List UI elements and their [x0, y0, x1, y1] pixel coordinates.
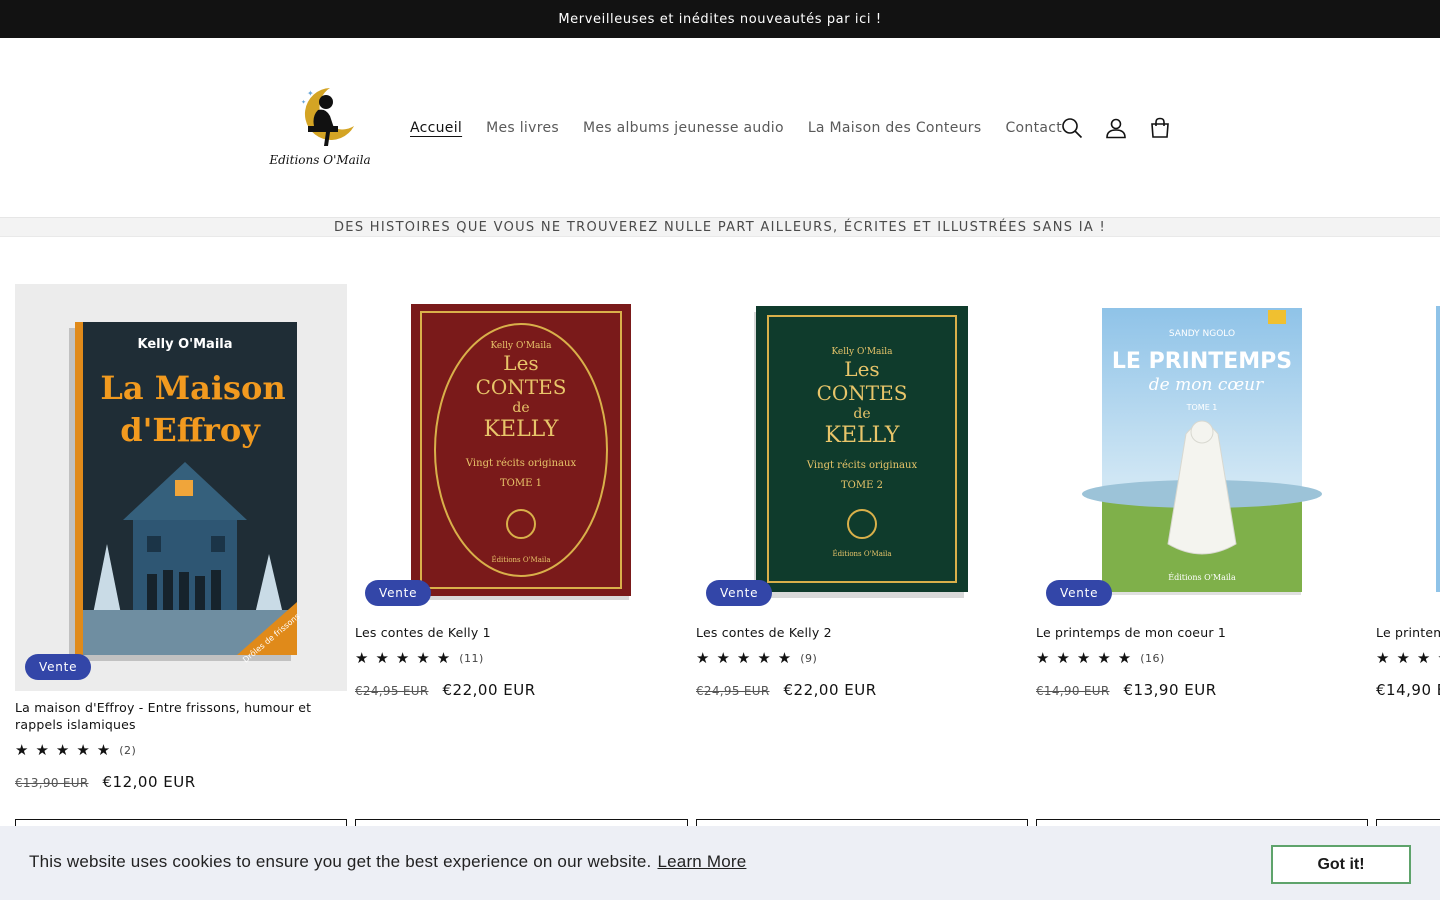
cover-line-1: Les: [844, 357, 879, 381]
brand-logo[interactable]: ✦ ✦ Editions O'Maila: [268, 82, 372, 174]
cover-title-1: LE PRINTEMPS: [1112, 349, 1292, 374]
cover-subtitle: Vingt récits originaux: [465, 458, 577, 469]
sale-price: €13,90 EUR: [1123, 681, 1217, 699]
product-rating: ★★★★★ (9): [696, 649, 1028, 667]
tagline-text: DES HISTOIRES QUE VOUS NE TROUVEREZ NULL…: [334, 219, 1106, 235]
product-card[interactable]: SANDY NGOLO LE PRINTEMPS de mon cœur TOM…: [1036, 284, 1368, 699]
cover-author: SANDY NGOLO: [1169, 329, 1235, 339]
product-rating: ★★★★★ (2): [15, 741, 347, 759]
rating-count: (9): [800, 651, 818, 665]
product-title[interactable]: La maison d'Effroy - Entre frissons, hum…: [15, 699, 347, 733]
cover-title-2: d'Effroy: [120, 411, 261, 449]
product-price: €14,90 EUR €13,90 EUR: [1036, 681, 1368, 699]
regular-price: €24,95 EUR: [355, 684, 429, 698]
nav-item-accueil[interactable]: Accueil: [398, 116, 474, 140]
nav-item-mes-livres[interactable]: Mes livres: [474, 116, 571, 140]
product-card[interactable]: Kelly O'Maila Les CONTES de KELLY Vingt …: [355, 284, 687, 699]
product-card[interactable]: Kelly O'Maila La Maison d'Effroy Drôles …: [15, 284, 347, 791]
rating-stars: ★★★★★: [15, 741, 118, 759]
rating-stars: ★★★★★: [696, 649, 799, 667]
cover-publisher: Éditions O'Maila: [832, 549, 891, 558]
main-nav: Accueil Mes livres Mes albums jeunesse a…: [398, 116, 1074, 140]
regular-price: €14,90 EUR: [1036, 684, 1110, 698]
cookie-message: This website uses cookies to ensure you …: [29, 852, 746, 872]
cover-line-4: KELLY: [484, 417, 559, 442]
cover-publisher: Éditions O'Maila: [1168, 573, 1236, 582]
sale-badge: Vente: [365, 580, 432, 606]
nav-item-maison-des-conteurs[interactable]: La Maison des Conteurs: [796, 116, 994, 140]
cookie-accept-button[interactable]: Got it!: [1271, 845, 1411, 884]
cover-line-1: Les: [503, 351, 538, 375]
product-price: €24,95 EUR €22,00 EUR: [696, 681, 1028, 699]
announcement-text: Merveilleuses et inédites nouveautés par…: [558, 11, 882, 27]
rating-stars: ★★★★★: [355, 649, 458, 667]
account-icon[interactable]: [1104, 116, 1128, 140]
product-image[interactable]: Kelly O'Maila Les CONTES de KELLY Vingt …: [355, 284, 687, 616]
cover-tome: TOME 1: [500, 478, 542, 489]
cover-subtitle: Vingt récits originaux: [806, 460, 918, 471]
product-price: €14,90 EU: [1376, 681, 1440, 699]
sale-price: €22,00 EUR: [442, 681, 536, 699]
sale-badge: Vente: [706, 580, 773, 606]
cover-tome: TOME 2: [841, 480, 883, 491]
logo-text: Editions O'Maila: [268, 153, 370, 167]
cover-author: Kelly O'Maila: [490, 341, 552, 351]
tagline-banner: DES HISTOIRES QUE VOUS NE TROUVEREZ NULL…: [0, 218, 1440, 237]
product-price: €13,90 EUR €12,00 EUR: [15, 773, 347, 791]
cover-author: Kelly O'Maila: [831, 347, 893, 357]
cover-line-3: de: [512, 400, 529, 416]
cover-author: Kelly O'Maila: [138, 337, 233, 352]
site-header: ✦ ✦ Editions O'Maila Accueil Mes livres …: [0, 38, 1440, 218]
product-price: €24,95 EUR €22,00 EUR: [355, 681, 687, 699]
sale-badge: Vente: [1046, 580, 1113, 606]
product-card[interactable]: Kelly O'Maila Les CONTES de KELLY Vingt …: [696, 284, 1028, 699]
sale-price: €22,00 EUR: [783, 681, 877, 699]
svg-text:✦: ✦: [307, 89, 314, 98]
product-title[interactable]: Le printemps de mon coeur 1: [1036, 624, 1368, 641]
cover-publisher: Éditions O'Maila: [491, 555, 550, 564]
rating-stars: ★★★★★: [1036, 649, 1139, 667]
search-icon[interactable]: [1060, 116, 1084, 140]
product-image[interactable]: Kelly O'Maila La Maison d'Effroy Drôles …: [15, 284, 347, 691]
product-card[interactable]: Le printem ★★★★★ €14,90 EU: [1376, 284, 1440, 699]
product-title[interactable]: Les contes de Kelly 2: [696, 624, 1028, 641]
cookie-text: This website uses cookies to ensure you …: [29, 852, 652, 871]
rating-count: (16): [1140, 651, 1165, 665]
announcement-bar: Merveilleuses et inédites nouveautés par…: [0, 0, 1440, 38]
product-title[interactable]: Les contes de Kelly 1: [355, 624, 687, 641]
svg-text:✦: ✦: [301, 99, 306, 106]
product-rating: ★★★★★: [1376, 649, 1440, 667]
rating-count: (11): [459, 651, 484, 665]
rating-count: (2): [119, 743, 137, 757]
cover-line-3: de: [853, 406, 870, 422]
cover-line-4: KELLY: [825, 423, 900, 448]
cart-icon[interactable]: [1148, 116, 1172, 140]
sale-price: €12,00 EUR: [102, 773, 196, 791]
product-rating: ★★★★★ (16): [1036, 649, 1368, 667]
product-card-clipped-wrapper: Le printem ★★★★★ €14,90 EU: [1376, 284, 1440, 724]
learn-more-link[interactable]: Learn More: [657, 852, 746, 871]
regular-price: €13,90 EUR: [15, 776, 89, 790]
cover-title-1: La Maison: [100, 369, 285, 407]
cover-tome: TOME 1: [1186, 403, 1218, 412]
product-image[interactable]: SANDY NGOLO LE PRINTEMPS de mon cœur TOM…: [1036, 284, 1368, 616]
product-title[interactable]: Le printem: [1376, 624, 1440, 641]
rating-stars: ★★★★★: [1376, 649, 1440, 667]
nav-item-albums-audio[interactable]: Mes albums jeunesse audio: [571, 116, 796, 140]
cover-title-2: de mon cœur: [1149, 375, 1264, 395]
cookie-banner: This website uses cookies to ensure you …: [0, 826, 1440, 900]
sale-badge: Vente: [25, 654, 92, 680]
cover-line-2: CONTES: [817, 381, 908, 405]
cover-line-2: CONTES: [476, 375, 567, 399]
regular-price: €24,95 EUR: [696, 684, 770, 698]
product-image[interactable]: Kelly O'Maila Les CONTES de KELLY Vingt …: [696, 284, 1028, 616]
product-image[interactable]: [1376, 284, 1440, 616]
product-rating: ★★★★★ (11): [355, 649, 687, 667]
sale-price: €14,90 EU: [1376, 681, 1440, 699]
